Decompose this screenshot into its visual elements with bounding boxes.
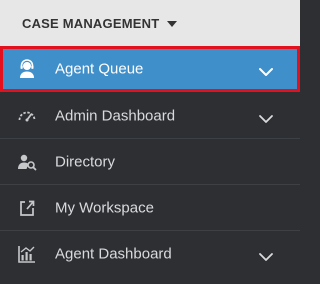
speedometer-icon	[17, 106, 37, 126]
chevron-down-icon[interactable]	[258, 64, 274, 76]
header-title: CASE MANAGEMENT	[22, 15, 160, 31]
nav-item-my-workspace[interactable]: My Workspace	[0, 185, 300, 231]
nav-label-my-workspace: My Workspace	[55, 199, 154, 217]
nav-label-agent-dashboard: Agent Dashboard	[55, 245, 172, 263]
caret-down-icon	[167, 20, 178, 27]
nav-label-directory: Directory	[55, 153, 116, 171]
nav-item-agent-dashboard[interactable]: Agent Dashboard	[0, 231, 300, 277]
nav-label-agent-queue: Agent Queue	[55, 60, 144, 78]
user-search-icon	[17, 152, 37, 172]
case-management-nav-panel: CASE MANAGEMENT Agent Queue Admin Dashbo…	[0, 0, 300, 284]
chevron-down-icon[interactable]	[258, 249, 274, 261]
workspace-export-icon	[17, 198, 37, 218]
chevron-down-icon[interactable]	[258, 111, 274, 123]
nav-item-agent-queue[interactable]: Agent Queue	[0, 46, 300, 92]
bar-chart-icon	[17, 244, 37, 264]
nav-item-directory[interactable]: Directory	[0, 139, 300, 185]
nav-item-admin-dashboard[interactable]: Admin Dashboard	[0, 93, 300, 139]
agent-headset-icon	[17, 59, 37, 79]
nav-label-admin-dashboard: Admin Dashboard	[55, 107, 176, 125]
case-management-menu-header[interactable]: CASE MANAGEMENT	[0, 0, 300, 46]
